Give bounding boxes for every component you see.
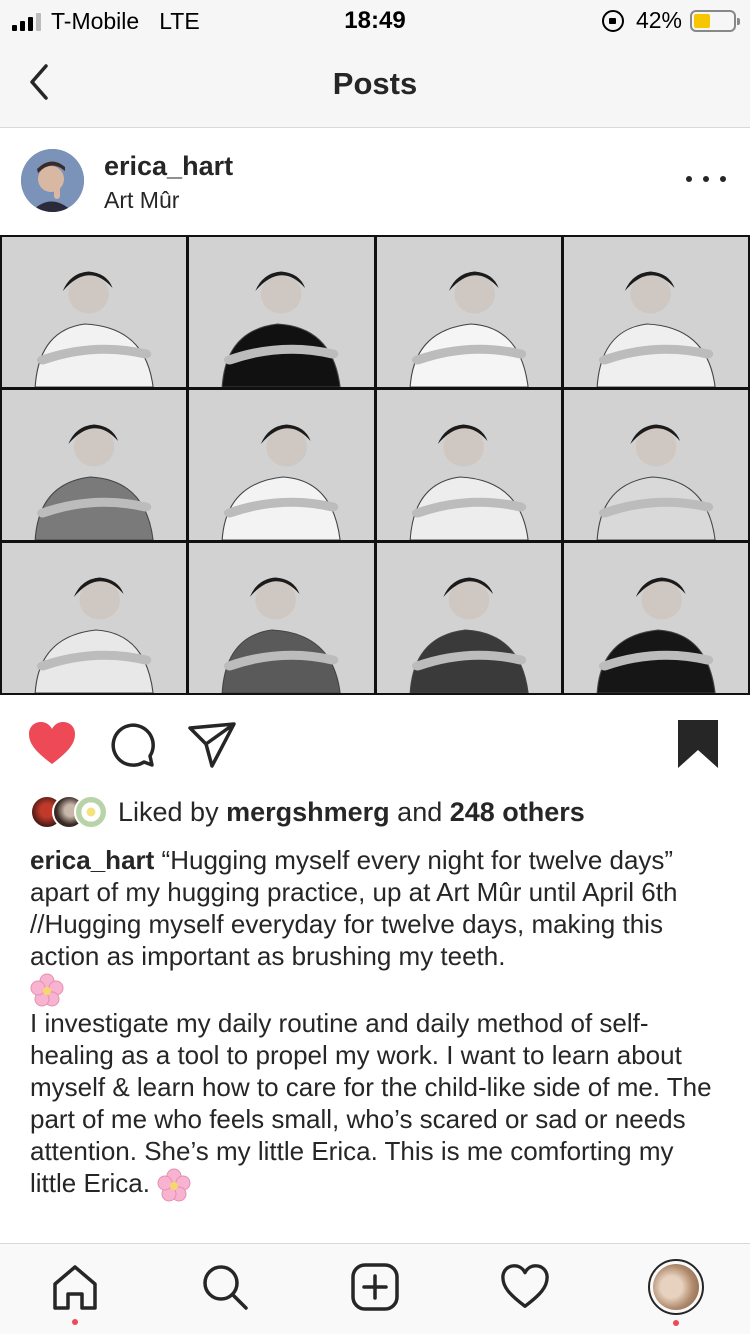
battery-fill [694,13,710,28]
share-button[interactable] [186,718,238,770]
status-right: 42% [601,7,740,34]
photo-tile [189,237,374,387]
bookmark-filled-icon [678,720,718,768]
likes-count[interactable]: 248 others [450,797,585,827]
battery-icon [690,9,740,32]
tab-new-post[interactable] [350,1262,400,1312]
photo-tile [376,237,561,387]
tab-profile[interactable] [648,1259,704,1315]
tab-search[interactable] [200,1262,250,1312]
post-location[interactable]: Art Mûr [104,187,179,214]
caption-username[interactable]: erica_hart [30,845,154,875]
share-icon [188,722,236,768]
home-icon [53,1265,97,1310]
post-image[interactable] [0,235,750,695]
post-header: erica_hart Art Mûr [0,129,750,235]
heart-filled-icon [29,722,75,764]
tab-activity[interactable] [500,1262,550,1312]
tab-home[interactable] [50,1262,100,1312]
navigation-bar: Posts [0,40,750,128]
save-button[interactable] [674,718,726,770]
more-options-button[interactable] [686,167,726,191]
photo-tile [2,390,187,540]
post-actions [0,712,750,776]
ellipsis-icon [703,176,709,182]
author-username[interactable]: erica_hart [104,151,233,182]
likes-middle: and [397,796,443,827]
photo-tile [2,237,187,387]
page-title: Posts [332,66,418,101]
rotation-lock-icon [601,9,624,32]
battery-percent: 42% [635,7,682,33]
photo-tile [189,390,374,540]
photo-tile [189,543,374,693]
add-post-icon [351,1263,399,1311]
photo-tile [376,543,561,693]
comment-button[interactable] [106,718,158,770]
comment-icon [111,723,155,767]
profile-icon [653,1264,699,1310]
liker-username[interactable]: mergshmerg [226,797,390,827]
battery-cap [737,17,740,25]
photo-tile [563,543,748,693]
likes-prefix: Liked by [118,796,219,827]
photo-tile [563,390,748,540]
liker-avatar [74,795,108,829]
profile-notification-dot [673,1320,679,1326]
avatar-photo [21,149,84,212]
post-caption: erica_hart “Hugging myself every night f… [30,844,722,1202]
author-avatar[interactable] [21,149,84,212]
photo-tile [563,237,748,387]
search-icon [203,1265,248,1310]
like-button[interactable] [26,718,78,770]
activity-icon [501,1264,549,1308]
status-bar: T-Mobile LTE 18:49 42% [0,0,750,40]
tab-bar [0,1243,750,1334]
cherry-blossom-icon [30,973,64,1007]
likes-row[interactable]: Liked by mergshmerg and 248 others [30,792,585,832]
home-notification-dot [72,1319,78,1325]
ellipsis-icon [720,176,726,182]
caption-text-2: I investigate my daily routine and daily… [30,1008,712,1199]
photo-tile [2,543,187,693]
likes-text: Liked by mergshmerg and 248 others [118,797,585,828]
photo-tile [376,390,561,540]
liker-avatars [30,795,108,829]
ellipsis-icon [686,176,692,182]
cherry-blossom-icon [157,1168,191,1202]
